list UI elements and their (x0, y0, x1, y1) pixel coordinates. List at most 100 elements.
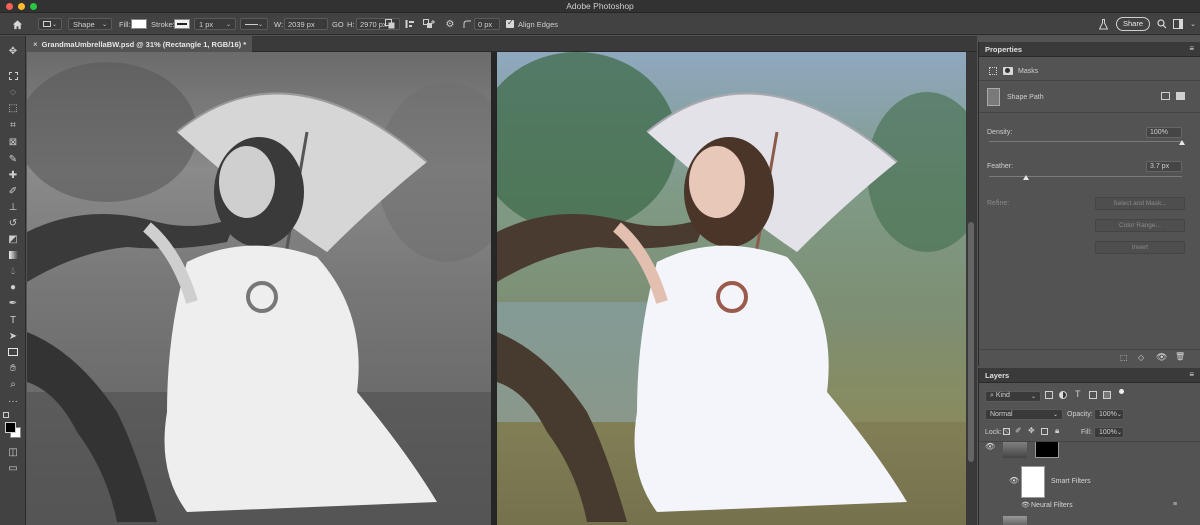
blend-mode-select[interactable]: Normal ⌄ (985, 408, 1063, 420)
adjustment-filter-icon[interactable] (1059, 391, 1067, 399)
apply-mask-icon[interactable] (1176, 92, 1185, 100)
density-label: Density: (987, 128, 1013, 136)
tool-preset-picker[interactable]: ⌄ (38, 17, 62, 31)
document-tab[interactable]: × GrandmaUmbrellaBW.psd @ 31% (Rectangle… (27, 36, 253, 52)
eye-icon[interactable]: 👁︎ (1021, 501, 1030, 509)
dodge-tool-icon[interactable]: ● (5, 280, 21, 294)
smart-filters-label: Smart Filters (1051, 478, 1091, 485)
width-value: 2039 px (288, 19, 315, 29)
crop-tool-icon[interactable]: ⌗ (5, 118, 21, 132)
properties-title[interactable]: Properties (985, 45, 1022, 54)
panel-menu-icon[interactable]: ≡ (1189, 44, 1194, 53)
opacity-field[interactable]: 100% ⌄ (1094, 408, 1124, 420)
apply-mask-footer-icon[interactable]: ◇ (1138, 353, 1144, 362)
lock-artboard-icon[interactable] (1041, 428, 1048, 435)
eye-icon[interactable]: 👁︎ (985, 442, 995, 451)
marquee-tool-icon[interactable] (5, 69, 21, 83)
density-slider[interactable] (989, 141, 1182, 142)
healing-brush-tool-icon[interactable]: ✚ (5, 168, 21, 182)
lasso-tool-icon[interactable]: ◌ (5, 85, 21, 99)
chevron-down-icon[interactable]: ⌄ (1188, 17, 1198, 31)
layer-row[interactable] (979, 514, 1200, 525)
edit-toolbar-icon[interactable]: ··· (5, 394, 21, 408)
feather-field[interactable]: 3.7 px (1146, 160, 1182, 172)
hand-tool-icon[interactable]: ✋︎ (5, 361, 21, 375)
eye-icon[interactable]: 👁︎ (1156, 352, 1167, 363)
feather-slider-knob[interactable] (1022, 175, 1029, 180)
gear-icon[interactable]: ⚙ (444, 17, 456, 31)
eyedropper-tool-icon[interactable]: ✎ (5, 152, 21, 166)
lock-transparent-icon[interactable] (1003, 428, 1010, 435)
path-selection-tool-icon[interactable]: ➤ (5, 329, 21, 343)
stroke-swatch[interactable] (174, 17, 190, 31)
history-brush-tool-icon[interactable]: ↺ (5, 216, 21, 230)
height-value: 2970 px (360, 19, 387, 29)
fill-field[interactable]: 100% ⌄ (1094, 426, 1124, 438)
filter-toggle-icon[interactable] (1119, 389, 1124, 394)
layer-row[interactable]: 👁︎ (979, 442, 1200, 460)
share-button[interactable]: Share (1116, 16, 1150, 31)
move-tool-icon[interactable]: ✥ (5, 44, 21, 58)
search-icon[interactable] (1156, 17, 1168, 31)
rectangle-tool-icon[interactable] (5, 345, 21, 359)
clone-stamp-tool-icon[interactable]: ⊥ (5, 200, 21, 214)
zoom-tool-icon[interactable]: ⌕ (5, 377, 21, 391)
object-selection-tool-icon[interactable]: ⬚ (5, 101, 21, 115)
pen-tool-icon[interactable]: ✒ (5, 296, 21, 310)
panel-menu-icon[interactable]: ≡ (1189, 370, 1194, 379)
scrollbar-thumb[interactable] (968, 222, 974, 462)
default-colors-icon[interactable] (3, 412, 9, 418)
stroke-width-select[interactable]: 1 px ⌄ (194, 17, 236, 31)
type-filter-icon[interactable]: T (1075, 389, 1081, 399)
density-field[interactable]: 100% (1146, 126, 1182, 138)
width-field[interactable]: 2039 px (284, 17, 328, 31)
layers-title[interactable]: Layers (985, 371, 1009, 380)
align-edges-checkbox[interactable]: ✓ Align Edges (506, 17, 558, 31)
brush-tool-icon[interactable]: ✐ (5, 184, 21, 198)
link-dimensions-icon[interactable]: GO (332, 17, 344, 31)
lock-all-icon[interactable]: 🔒︎ (1055, 426, 1059, 436)
neural-filters-row[interactable]: 👁︎ Neural Filters ≡ (979, 500, 1200, 512)
feather-slider[interactable] (989, 176, 1182, 177)
document-canvas[interactable] (27, 52, 977, 525)
eraser-tool-icon[interactable]: ◩ (5, 232, 21, 246)
smart-object-filter-icon[interactable] (1103, 391, 1111, 399)
kind-filter-select[interactable]: ⌕ Kind ⌄ (985, 390, 1041, 402)
lock-position-icon[interactable]: ✥ (1028, 426, 1035, 435)
density-slider-knob[interactable] (1179, 140, 1185, 145)
lock-image-icon[interactable]: ✐ (1015, 426, 1022, 435)
invert-button[interactable]: Invert (1095, 241, 1185, 254)
width-label: W: (274, 19, 284, 29)
path-alignment-icon[interactable] (404, 17, 416, 31)
eye-icon[interactable]: 👁︎ (1009, 476, 1019, 485)
frame-tool-icon[interactable]: ⊠ (5, 135, 21, 149)
color-range-button[interactable]: Color Range... (1095, 219, 1185, 232)
stroke-type-select[interactable]: ⌄ (240, 17, 268, 31)
canvas-vertical-scrollbar[interactable] (966, 52, 977, 525)
corner-radius-field[interactable]: 0 px (474, 17, 500, 31)
shape-mode-select[interactable]: Shape ⌄ (68, 17, 112, 31)
path-operations-icon[interactable] (384, 17, 396, 31)
foreground-color-swatch[interactable] (5, 422, 16, 433)
workspace-icon[interactable] (1172, 17, 1184, 31)
quick-mask-icon[interactable]: ◫ (5, 445, 21, 459)
add-vector-mask-icon[interactable] (1161, 92, 1170, 100)
fill-swatch[interactable] (131, 17, 147, 31)
select-and-mask-button[interactable]: Select and Mask... (1095, 197, 1185, 210)
type-tool-icon[interactable]: T (5, 313, 21, 327)
trash-icon[interactable]: 🗑︎ (1175, 352, 1185, 361)
path-arrangement-icon[interactable] (422, 17, 436, 31)
flask-icon[interactable] (1097, 17, 1109, 31)
home-icon[interactable] (10, 17, 24, 31)
vector-mask-icon[interactable] (1003, 67, 1013, 75)
blur-tool-icon[interactable]: 💧︎ (5, 264, 21, 278)
filter-blending-options-icon[interactable]: ≡ (1173, 501, 1177, 508)
load-selection-icon[interactable]: ⬚ (1120, 353, 1128, 362)
pixel-filter-icon[interactable] (1045, 391, 1053, 399)
pixel-mask-icon[interactable] (989, 67, 997, 75)
gradient-tool-icon[interactable] (5, 248, 21, 262)
screen-mode-icon[interactable]: ▭ (5, 461, 21, 475)
shape-filter-icon[interactable] (1089, 391, 1097, 399)
smart-filters-row[interactable]: 👁︎ Smart Filters (979, 464, 1200, 498)
close-tab-icon[interactable]: × (33, 40, 38, 49)
